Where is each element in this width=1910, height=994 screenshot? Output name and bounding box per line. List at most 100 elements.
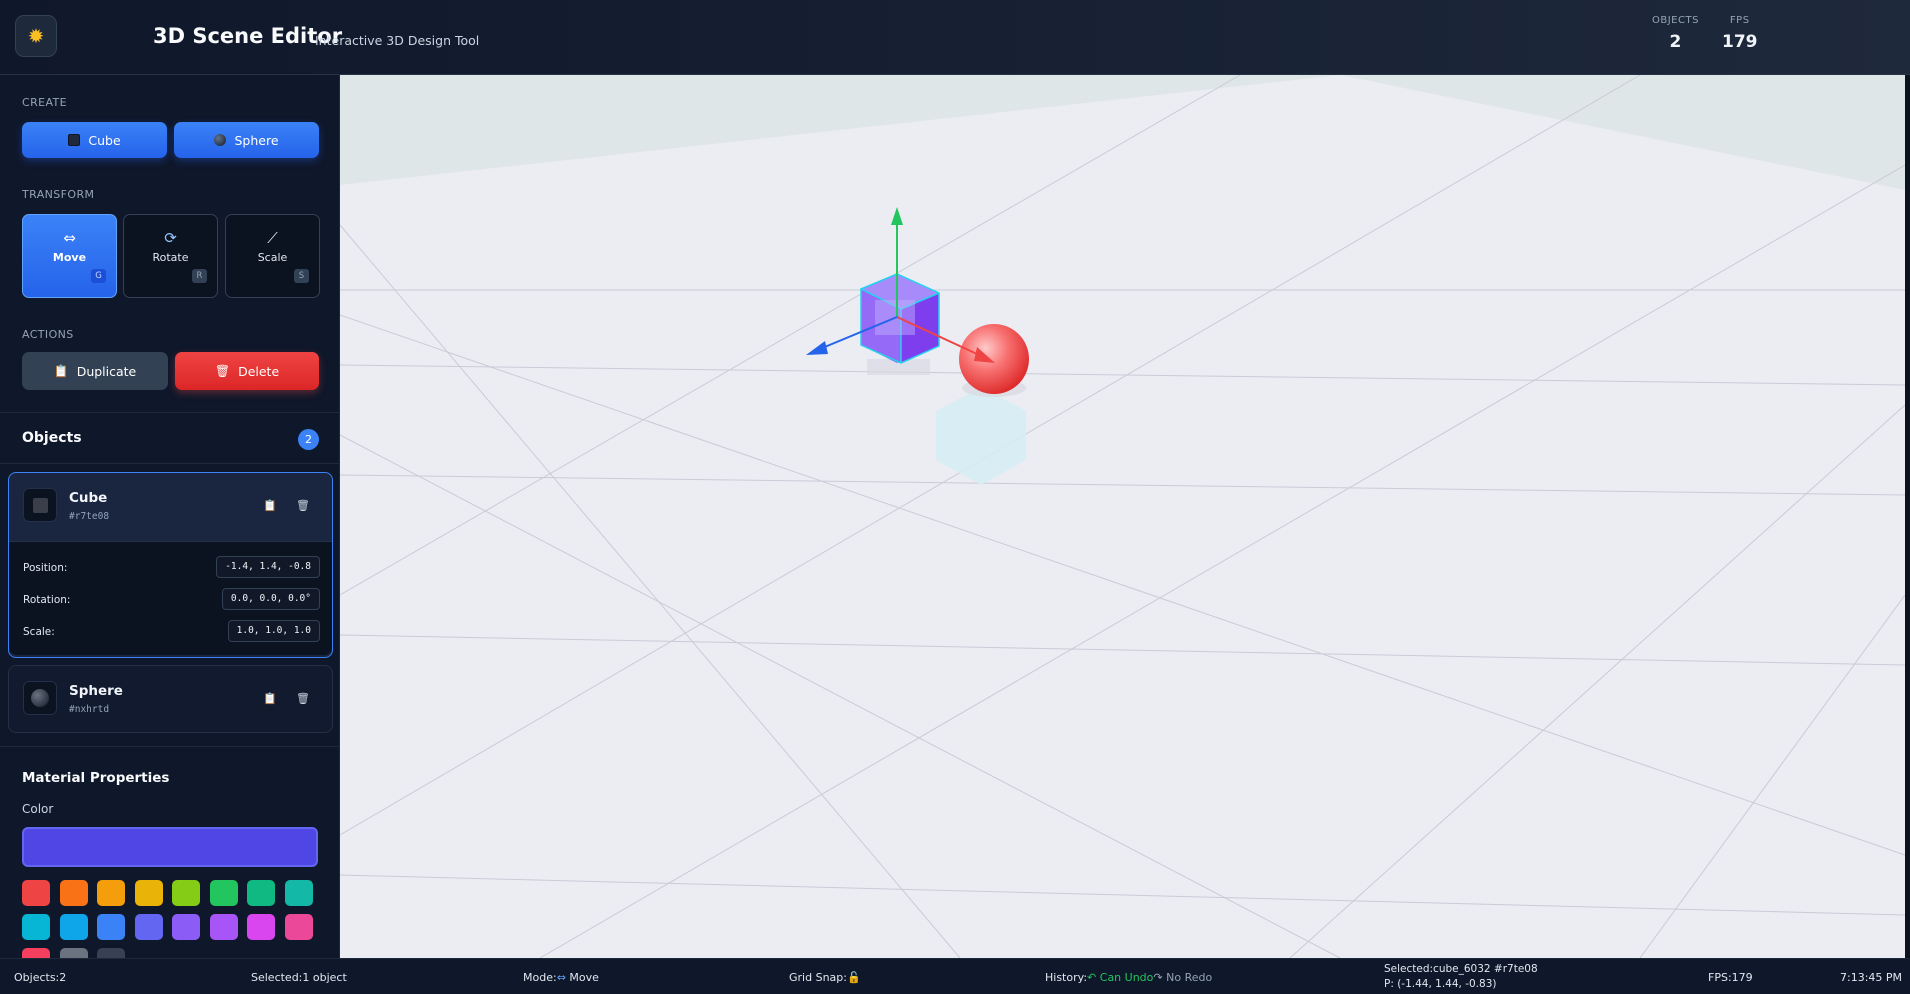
color-swatch[interactable] (59, 880, 88, 906)
clipboard-icon: 📋 (53, 364, 69, 378)
object-name: Sphere (69, 683, 123, 699)
duplicate-object-icon[interactable]: 📋 (263, 499, 277, 512)
status-selected-detail: Selected:cube_6032 #r7te08 (1384, 963, 1538, 975)
header: ✹ 3D Scene Editor Interactive 3D Design … (0, 0, 1910, 75)
color-swatch[interactable] (97, 880, 125, 906)
transform-label: TRANSFORM (22, 188, 95, 201)
status-selected: Selected:1 object (251, 971, 347, 984)
ruler-icon: ⟋ (267, 229, 278, 247)
objects-header: Objects 2 (0, 413, 340, 463)
color-swatch[interactable] (59, 914, 88, 940)
objects-stat-label: OBJECTS (1652, 15, 1699, 26)
status-objects: Objects:2 (14, 971, 67, 984)
color-swatch[interactable] (134, 880, 163, 906)
object-properties: Position: -1.4, 1.4, -0.8 Rotation: 0.0,… (9, 541, 332, 655)
rotation-label: Rotation: (23, 594, 71, 606)
create-cube-button[interactable]: Cube (22, 122, 167, 158)
cube-icon (68, 134, 81, 146)
material-divider (0, 746, 340, 747)
cube-icon (32, 497, 48, 513)
status-no-redo: No Redo (1166, 971, 1213, 984)
status-history: History:↶ Can Undo↷ No Redo (1045, 971, 1212, 984)
color-swatch[interactable] (22, 880, 50, 906)
tool-rotate[interactable]: ⟳ Rotate R (123, 214, 218, 298)
window-edge (1905, 75, 1910, 958)
duplicate-label: Duplicate (76, 363, 137, 379)
cube-thumbnail (23, 488, 57, 522)
delete-button[interactable]: 🗑 Delete (175, 352, 319, 390)
status-mode-label: Mode: (523, 971, 557, 984)
create-label: CREATE (22, 96, 68, 109)
duplicate-button[interactable]: 📋 Duplicate (22, 352, 168, 390)
color-swatch[interactable] (247, 880, 275, 906)
lock-icon: 🔓 (846, 971, 861, 984)
sphere-thumbnail (23, 681, 57, 715)
actions-label: ACTIONS (22, 328, 74, 341)
app-title: 3D Scene Editor (153, 24, 343, 48)
sphere-object[interactable] (959, 324, 1029, 394)
3d-viewport[interactable] (340, 75, 1905, 958)
tool-rotate-label: Rotate (152, 251, 189, 264)
position-label: Position: (23, 562, 68, 574)
objects-stat: OBJECTS 2 (1652, 15, 1699, 52)
color-swatch[interactable] (284, 880, 313, 906)
scene-canvas[interactable] (340, 75, 1905, 958)
color-swatch[interactable] (22, 914, 50, 940)
fps-stat: FPS 179 (1722, 15, 1758, 52)
color-swatch[interactable] (97, 914, 125, 940)
create-cube-label: Cube (88, 132, 121, 148)
color-swatch[interactable] (247, 914, 275, 940)
status-position-detail: P: (-1.44, 1.44, -0.83) (1384, 978, 1497, 990)
tool-scale[interactable]: ⟋ Scale S (225, 214, 320, 298)
redo-icon: ↷ (1153, 971, 1163, 984)
sun-icon: ✹ (15, 15, 57, 57)
fps-stat-label: FPS (1729, 15, 1750, 26)
delete-object-icon[interactable]: 🗑 (296, 499, 310, 512)
object-card-cube[interactable]: Cube #r7te08 📋 🗑 Position: -1.4, 1.4, -0… (8, 472, 333, 658)
undo-icon: ↶ (1087, 971, 1097, 984)
rotate-icon: ⟳ (164, 229, 177, 247)
move-icon: ⇔ (556, 971, 566, 984)
color-picker[interactable] (22, 827, 318, 867)
color-swatch[interactable] (209, 880, 238, 906)
create-sphere-button[interactable]: Sphere (174, 122, 319, 158)
color-swatch[interactable] (172, 914, 200, 940)
status-history-label: History: (1045, 971, 1088, 984)
color-label: Color (22, 802, 54, 816)
position-value[interactable]: -1.4, 1.4, -0.8 (216, 556, 320, 578)
sphere-icon (31, 689, 49, 707)
status-can-undo: Can Undo (1099, 971, 1154, 984)
status-time: 7:13:45 PM (1840, 971, 1903, 984)
tool-scale-label: Scale (257, 251, 288, 264)
color-swatch[interactable] (134, 914, 163, 940)
fps-stat-value: 179 (1722, 32, 1758, 52)
objects-count-badge: 2 (298, 429, 319, 450)
app-subtitle: Interactive 3D Design Tool (315, 33, 480, 48)
material-title: Material Properties (22, 770, 170, 786)
status-mode-value: Move (569, 971, 599, 984)
tool-scale-shortcut: S (294, 269, 309, 283)
tool-move-label: Move (52, 251, 87, 264)
status-grid-snap[interactable]: Grid Snap:🔓 (789, 971, 861, 984)
delete-label: Delete (238, 363, 280, 379)
scale-label: Scale: (23, 626, 55, 638)
rotation-value[interactable]: 0.0, 0.0, 0.0° (221, 588, 320, 610)
trash-icon: 🗑 (214, 364, 231, 378)
color-swatch[interactable] (284, 914, 313, 940)
objects-stat-value: 2 (1669, 32, 1682, 52)
object-card-sphere[interactable]: Sphere #nxhrtd 📋 🗑 (8, 665, 333, 733)
delete-object-icon[interactable]: 🗑 (296, 692, 310, 705)
object-name: Cube (69, 490, 108, 506)
status-grid-snap-label: Grid Snap: (789, 971, 847, 984)
ground-plane (340, 75, 1905, 958)
scale-value[interactable]: 1.0, 1.0, 1.0 (227, 620, 320, 642)
objects-divider (0, 463, 340, 464)
object-id: #r7te08 (69, 511, 110, 522)
color-swatch[interactable] (172, 880, 200, 906)
color-swatch[interactable] (209, 914, 238, 940)
object-id: #nxhrtd (69, 704, 110, 715)
status-bar: Objects:2 Selected:1 object Mode:⇔ Move … (0, 958, 1910, 994)
move-icon: ⇔ (63, 229, 76, 247)
tool-move[interactable]: ⇔ Move G (22, 214, 117, 298)
duplicate-object-icon[interactable]: 📋 (263, 692, 277, 705)
